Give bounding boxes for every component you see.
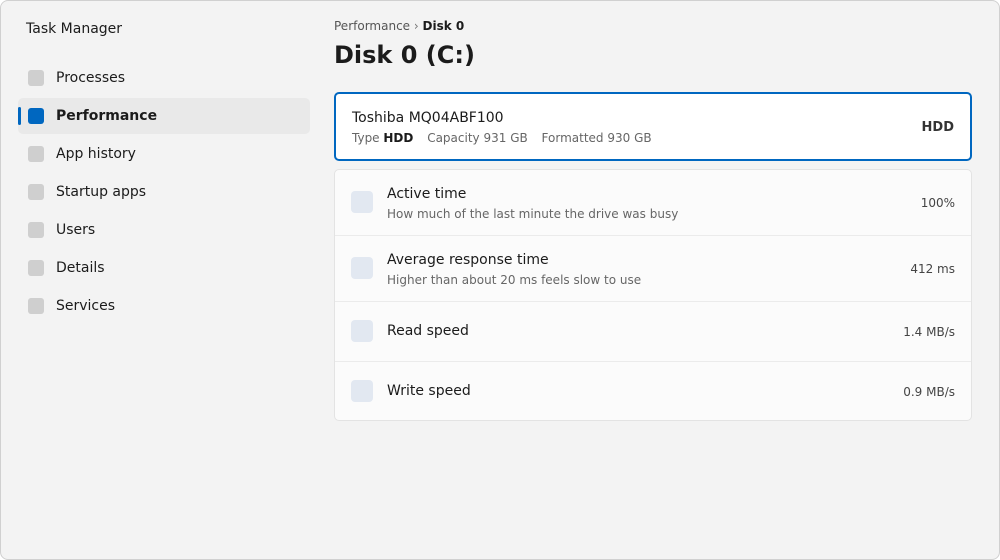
sidebar-item-label: Performance xyxy=(56,108,158,124)
metric-name: Active time xyxy=(387,186,467,202)
breadcrumb: Performance › Disk 0 xyxy=(334,19,464,33)
metric-value: 1.4 MB/s xyxy=(903,325,955,339)
formatted-label: Formatted xyxy=(541,131,604,145)
type-label: Type xyxy=(352,131,380,145)
processes-icon xyxy=(28,70,44,86)
metric-read-speed[interactable]: Read speed 1.4 MB/s xyxy=(335,302,971,362)
sidebar-item-label: Processes xyxy=(56,70,126,86)
write-speed-icon xyxy=(351,380,373,402)
device-type-badge: HDD xyxy=(921,120,954,135)
capacity-value: 931 GB xyxy=(483,131,528,145)
metrics-list: Active time How much of the last minute … xyxy=(334,169,972,421)
device-name: Toshiba MQ04ABF100 xyxy=(352,110,504,126)
formatted-value: 930 GB xyxy=(607,131,652,145)
breadcrumb-current: Disk 0 xyxy=(422,19,465,33)
device-card[interactable]: Toshiba MQ04ABF100 Type HDD Capacity 931… xyxy=(334,92,972,161)
app-title: Task Manager xyxy=(26,21,123,37)
sidebar-item-users[interactable]: Users xyxy=(18,212,310,248)
metric-name: Read speed xyxy=(387,323,469,339)
type-value: HDD xyxy=(383,131,414,145)
active-time-icon xyxy=(351,191,373,213)
app-history-icon xyxy=(28,146,44,162)
metric-name: Write speed xyxy=(387,383,471,399)
task-manager-window: Task Manager Processes Performance App h… xyxy=(0,0,1000,560)
services-icon xyxy=(28,298,44,314)
sidebar-item-details[interactable]: Details xyxy=(18,250,310,286)
metric-value: 0.9 MB/s xyxy=(903,385,955,399)
performance-icon xyxy=(28,108,44,124)
sidebar-item-performance[interactable]: Performance xyxy=(18,98,310,134)
sidebar-item-label: App history xyxy=(56,146,136,162)
sidebar-item-services[interactable]: Services xyxy=(18,288,310,324)
selection-indicator xyxy=(18,107,21,125)
metric-average-response-time[interactable]: Average response time Higher than about … xyxy=(335,236,971,302)
sidebar-item-label: Services xyxy=(56,298,116,314)
capacity-label: Capacity xyxy=(427,131,480,145)
metric-value: 100% xyxy=(920,196,955,210)
device-meta: Type HDD Capacity 931 GB Formatted 930 G… xyxy=(352,131,662,145)
page-title: Disk 0 (C:) xyxy=(334,41,475,69)
breadcrumb-separator: › xyxy=(413,19,419,33)
sidebar-item-processes[interactable]: Processes xyxy=(18,60,310,96)
sidebar-item-label: Users xyxy=(56,222,96,238)
metric-write-speed[interactable]: Write speed 0.9 MB/s xyxy=(335,362,971,420)
sidebar-item-app-history[interactable]: App history xyxy=(18,136,310,172)
startup-apps-icon xyxy=(28,184,44,200)
sidebar-nav: Processes Performance App history Startu… xyxy=(18,60,310,326)
details-icon xyxy=(28,260,44,276)
sidebar-item-label: Details xyxy=(56,260,105,276)
response-time-icon xyxy=(351,257,373,279)
metric-value: 412 ms xyxy=(910,262,955,276)
metric-description: Higher than about 20 ms feels slow to us… xyxy=(387,273,642,287)
breadcrumb-parent[interactable]: Performance xyxy=(334,19,410,33)
read-speed-icon xyxy=(351,320,373,342)
users-icon xyxy=(28,222,44,238)
metric-active-time[interactable]: Active time How much of the last minute … xyxy=(335,170,971,236)
sidebar-item-label: Startup apps xyxy=(56,184,147,200)
sidebar-item-startup-apps[interactable]: Startup apps xyxy=(18,174,310,210)
metric-name: Average response time xyxy=(387,252,549,268)
metric-description: How much of the last minute the drive wa… xyxy=(387,207,679,221)
